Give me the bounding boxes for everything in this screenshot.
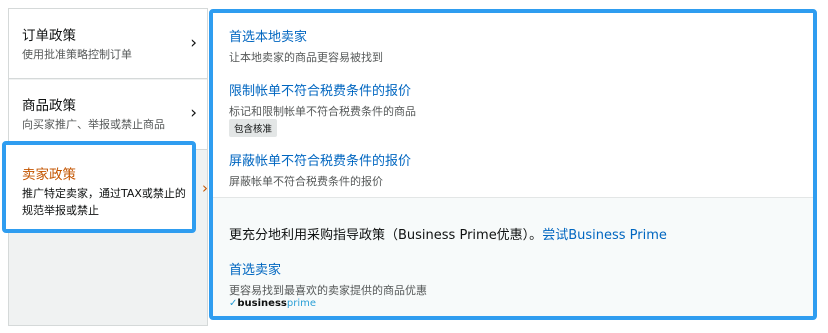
option-block-tax-ineligible: 屏蔽帐单不符合税费条件的报价 屏蔽帐单不符合税费条件的报价	[229, 150, 411, 189]
option-description: 更容易找到最喜欢的卖家提供的商品优惠	[229, 284, 427, 297]
nav-item-title: 商品政策	[22, 98, 76, 114]
try-business-prime-link[interactable]: 尝试Business Prime	[542, 228, 667, 243]
option-prefer-local-sellers: 首选本地卖家 让本地卖家的商品更容易被找到	[229, 26, 383, 65]
option-description: 标记和限制帐单不符合税费条件的商品	[229, 105, 416, 118]
business-prime-headline: 更充分地利用采购指导政策（Business Prime优惠）。尝试Busines…	[229, 224, 667, 243]
chevron-right-icon: ›	[190, 103, 197, 123]
nav-item-seller-policy[interactable]: 卖家政策 推广特定卖家，通过TAX或禁止的规范举报或禁止	[2, 141, 196, 233]
option-link[interactable]: 屏蔽帐单不符合税费条件的报价	[229, 150, 411, 169]
chevron-right-icon: ›	[190, 33, 197, 53]
option-description: 让本地卖家的商品更容易被找到	[229, 51, 383, 64]
approval-badge: 包含核准	[229, 119, 278, 137]
option-link[interactable]: 首选本地卖家	[229, 26, 383, 45]
nav-item-product-policy[interactable]: 商品政策 向买家推广、举报或禁止商品 ›	[9, 80, 207, 150]
logo-prime-text: prime	[286, 298, 316, 309]
nav-item-order-policy[interactable]: 订单政策 使用批准策略控制订单 ›	[9, 9, 207, 79]
logo-business-text: business	[237, 298, 287, 309]
nav-item-subtitle: 推广特定卖家，通过TAX或禁止的规范举报或禁止	[22, 187, 186, 217]
nav-item-subtitle: 使用批准策略控制订单	[22, 48, 132, 61]
option-link[interactable]: 首选卖家	[229, 259, 427, 278]
option-preferred-sellers: 首选卖家 更容易找到最喜欢的卖家提供的商品优惠	[229, 259, 427, 298]
business-prime-logo: ✓businessprime	[229, 298, 316, 309]
nav-item-title: 订单政策	[22, 28, 76, 44]
nav-item-title: 卖家政策	[22, 167, 76, 183]
option-link[interactable]: 限制帐单不符合税费条件的报价	[229, 80, 416, 99]
nav-item-subtitle: 向买家推广、举报或禁止商品	[22, 118, 165, 131]
business-prime-headline-text: 更充分地利用采购指导政策（Business Prime优惠）。	[229, 228, 543, 243]
option-restrict-tax-ineligible: 限制帐单不符合税费条件的报价 标记和限制帐单不符合税费条件的商品	[229, 80, 416, 119]
seller-policy-options-panel: 首选本地卖家 让本地卖家的商品更容易被找到 限制帐单不符合税费条件的报价 标记和…	[209, 9, 817, 320]
option-description: 屏蔽帐单不符合税费条件的报价	[229, 175, 383, 188]
chevron-right-icon: ›	[202, 179, 208, 197]
